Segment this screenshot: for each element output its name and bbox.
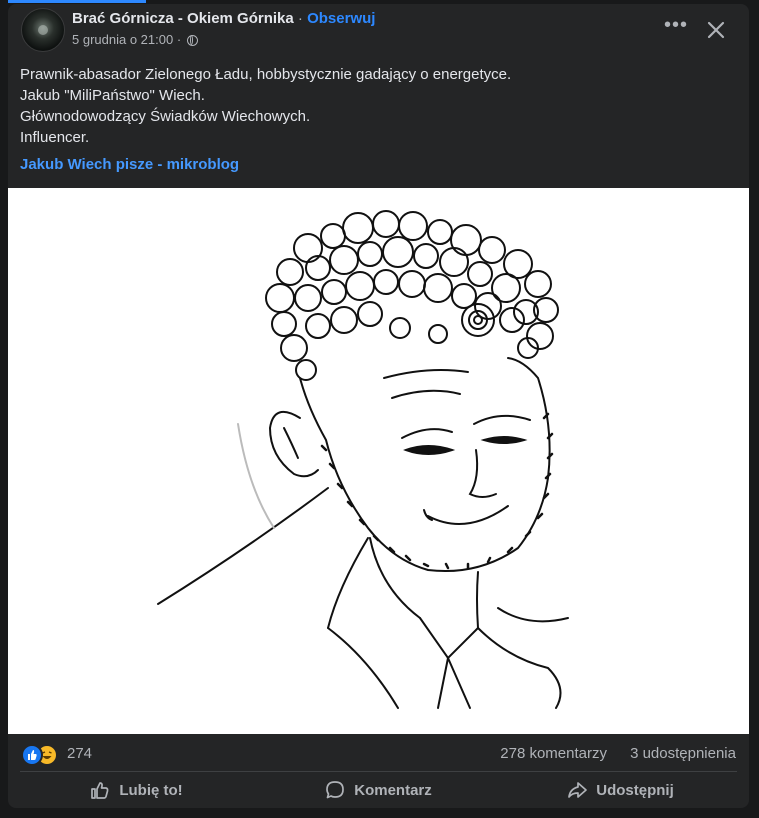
thumbs-up-icon: [91, 782, 109, 799]
title-separator: ·: [297, 10, 303, 27]
post-text-line: Jakub "MiliPaństwo" Wiech.: [20, 87, 205, 104]
post-link[interactable]: Jakub Wiech pisze - mikroblog: [20, 156, 239, 173]
share-icon: [568, 782, 588, 798]
post-text-line: Influencer.: [20, 129, 90, 146]
post-card: Brać Górnicza - Okiem Górnika · Obserwuj…: [8, 4, 749, 808]
post-stats: 274 278 komentarzy 3 udostępnienia: [8, 738, 749, 770]
globe-icon: [186, 35, 198, 46]
more-options-icon[interactable]: •••: [658, 14, 694, 44]
page-title-row: Brać Górnicza - Okiem Górnika · Obserwuj: [72, 10, 375, 27]
comment-label: Komentarz: [354, 781, 432, 799]
share-label: Udostępnij: [596, 781, 674, 799]
post-text-line: Prawnik-abasador Zielonego Ładu, hobbyst…: [20, 66, 512, 83]
ear: [268, 410, 319, 478]
comments-count[interactable]: 278 komentarzy: [500, 745, 607, 762]
page-avatar[interactable]: [21, 8, 65, 52]
reaction-count[interactable]: 274: [67, 745, 92, 762]
comment-button[interactable]: Komentarz: [262, 774, 494, 806]
page-name-link[interactable]: Brać Górnicza - Okiem Górnika: [72, 10, 294, 27]
post-meta: 5 grudnia o 21:00 ·: [72, 32, 198, 47]
cartoon-drawing: [157, 210, 569, 709]
like-label: Lubię to!: [119, 781, 183, 799]
post-timestamp[interactable]: 5 grudnia o 21:00: [72, 32, 173, 47]
hair-scribble: [265, 210, 559, 381]
like-button[interactable]: Lubię to!: [20, 774, 252, 806]
post-actions: Lubię to! Komentarz Udostępnij: [8, 772, 749, 808]
like-reaction-icon: [21, 744, 43, 766]
reactions-summary[interactable]: [21, 744, 61, 766]
face-outline: [299, 357, 551, 573]
close-icon[interactable]: [698, 12, 734, 48]
post-text: Prawnik-abasador Zielonego Ładu, hobbyst…: [20, 64, 735, 148]
loading-progress-bar: [8, 0, 146, 3]
comment-icon: [326, 781, 345, 799]
share-button[interactable]: Udostępnij: [504, 774, 736, 806]
shares-count[interactable]: 3 udostępnienia: [630, 745, 736, 762]
meta-separator: ·: [176, 32, 182, 47]
post-text-line: Głównodowodzący Świadków Wiechowych.: [20, 108, 311, 125]
post-header: Brać Górnicza - Okiem Górnika · Obserwuj…: [8, 4, 749, 60]
follow-button[interactable]: Obserwuj: [307, 10, 375, 27]
avatar-center: [38, 25, 48, 35]
post-image[interactable]: [8, 188, 749, 734]
